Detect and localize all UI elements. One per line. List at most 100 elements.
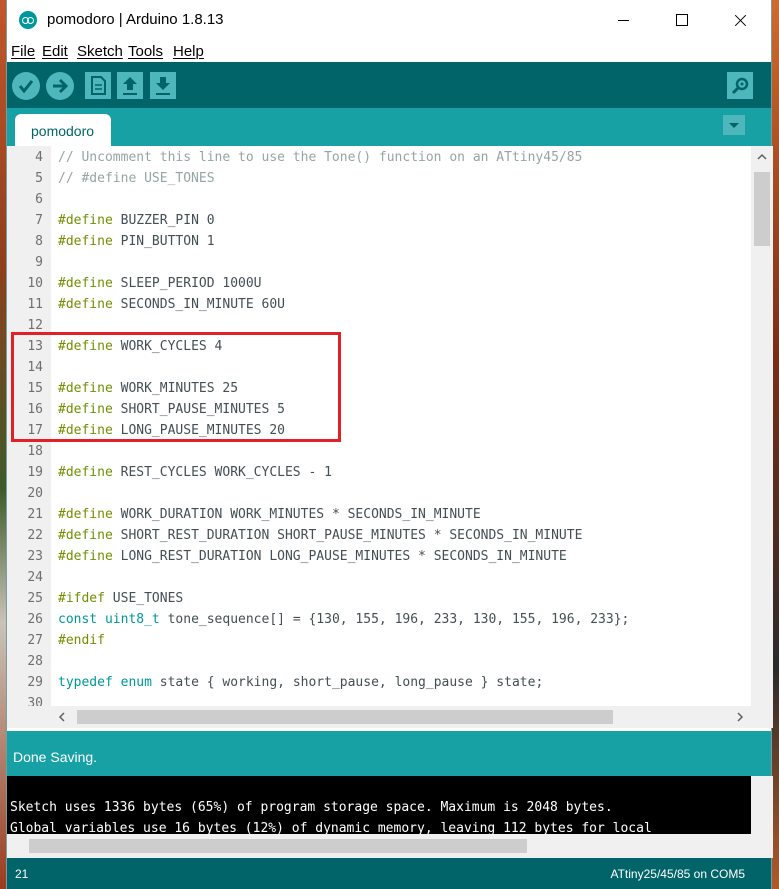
- code-text: #define SECONDS_IN_MINUTE 60U: [58, 297, 285, 312]
- line-number: 18: [27, 444, 43, 459]
- new-button[interactable]: [85, 72, 111, 99]
- code-line[interactable]: 22 #define SHORT_REST_DURATION SHORT_PAUS…: [7, 528, 747, 549]
- line-number: 23: [27, 549, 43, 564]
- code-line[interactable]: 25 #ifdef USE_TONES: [7, 591, 747, 612]
- code-line[interactable]: 11 #define SECONDS_IN_MINUTE 60U: [7, 297, 747, 318]
- line-number: 26: [27, 612, 43, 627]
- verify-button[interactable]: [12, 72, 40, 100]
- document-icon: [91, 76, 106, 95]
- line-number: 4: [35, 150, 43, 165]
- line-number: 19: [27, 465, 43, 480]
- editor-scroll-corner: [751, 706, 773, 728]
- status-bar: Done Saving.: [7, 731, 771, 776]
- code-text: #define WORK_DURATION WORK_MINUTES * SEC…: [58, 507, 481, 522]
- cursor-line-number: 21: [15, 867, 29, 881]
- console-horizontal-scroll-thumb[interactable]: [29, 839, 527, 853]
- editor-vertical-scroll-thumb[interactable]: [754, 172, 770, 246]
- scroll-up-icon[interactable]: [757, 152, 767, 162]
- line-number: 8: [35, 234, 43, 249]
- code-text: #endif: [58, 633, 105, 648]
- code-line[interactable]: 26 const uint8_t tone_sequence[] = {130, …: [7, 612, 747, 633]
- line-number: 9: [35, 255, 43, 270]
- scroll-left-icon[interactable]: [57, 712, 67, 722]
- line-number: 27: [27, 633, 43, 648]
- code-line[interactable]: 9: [7, 255, 747, 276]
- line-number: 25: [27, 591, 43, 606]
- code-text: #define SLEEP_PERIOD 1000U: [58, 276, 262, 291]
- chevron-down-icon: [729, 123, 739, 128]
- status-message: Done Saving.: [13, 749, 98, 765]
- code-line[interactable]: 5 // #define USE_TONES: [7, 171, 747, 192]
- menu-edit[interactable]: Edit: [42, 43, 68, 60]
- upload-button[interactable]: [46, 72, 74, 100]
- code-line[interactable]: 6: [7, 192, 747, 213]
- console-scroll-corner: [751, 834, 773, 858]
- editor-horizontal-scroll-thumb[interactable]: [77, 710, 613, 724]
- code-text: const uint8_t tone_sequence[] = {130, 15…: [58, 612, 630, 627]
- menu-sketch[interactable]: Sketch: [77, 43, 123, 60]
- code-text: // Uncomment this line to use the Tone()…: [58, 150, 583, 165]
- magnifier-icon: [731, 77, 749, 95]
- code-line[interactable]: 4 // Uncomment this line to use the Tone(…: [7, 150, 747, 171]
- title-bar[interactable]: pomodoro | Arduino 1.8.13: [7, 0, 771, 40]
- footer-bar: 21 ATtiny25/45/85 on COM5: [7, 858, 771, 889]
- code-text: #define LONG_REST_DURATION LONG_PAUSE_MI…: [58, 549, 567, 564]
- tab-strip: pomodoro: [7, 108, 771, 146]
- arrow-right-icon: [53, 78, 69, 94]
- editor-vertical-scrollbar[interactable]: [751, 146, 773, 706]
- console-line: Sketch uses 1336 bytes (65%) of program …: [10, 800, 613, 815]
- maximize-button[interactable]: [653, 0, 711, 40]
- code-line[interactable]: 19 #define REST_CYCLES WORK_CYCLES - 1: [7, 465, 747, 486]
- code-text: // #define USE_TONES: [58, 171, 215, 186]
- save-button[interactable]: [150, 72, 176, 99]
- checkmark-icon: [18, 80, 34, 94]
- code-text: #define REST_CYCLES WORK_CYCLES - 1: [58, 465, 332, 480]
- code-line[interactable]: 7 #define BUZZER_PIN 0: [7, 213, 747, 234]
- line-number: 12: [27, 318, 43, 333]
- code-line[interactable]: 29 typedef enum state { working, short_pa…: [7, 675, 747, 696]
- editor-horizontal-scrollbar[interactable]: [51, 706, 751, 728]
- highlight-annotation-box: [11, 332, 341, 442]
- menu-help[interactable]: Help: [173, 43, 204, 60]
- minimize-button[interactable]: [595, 0, 653, 40]
- code-line[interactable]: 10 #define SLEEP_PERIOD 1000U: [7, 276, 747, 297]
- code-text: #define SHORT_REST_DURATION SHORT_PAUSE_…: [58, 528, 583, 543]
- close-button[interactable]: [711, 0, 769, 40]
- code-line[interactable]: 21 #define WORK_DURATION WORK_MINUTES * S…: [7, 507, 747, 528]
- line-number: 24: [27, 570, 43, 585]
- line-number: 28: [27, 654, 43, 669]
- code-line[interactable]: 24: [7, 570, 747, 591]
- line-number: 10: [27, 276, 43, 291]
- code-editor[interactable]: 4 // Uncomment this line to use the Tone(…: [7, 146, 773, 706]
- code-line[interactable]: 30: [7, 696, 747, 706]
- serial-monitor-button[interactable]: [727, 72, 753, 99]
- code-text: typedef enum state { working, short_paus…: [58, 675, 544, 690]
- code-text: #define PIN_BUTTON 1: [58, 234, 215, 249]
- tab-label: pomodoro: [31, 123, 95, 139]
- board-port-label: ATtiny25/45/85 on COM5: [610, 867, 745, 881]
- code-line[interactable]: 20: [7, 486, 747, 507]
- line-number: 20: [27, 486, 43, 501]
- menu-tools[interactable]: Tools: [128, 43, 163, 60]
- arduino-window: pomodoro | Arduino 1.8.13 File Edit Sket…: [6, 0, 773, 889]
- line-number: 22: [27, 528, 43, 543]
- tab-pomodoro[interactable]: pomodoro: [15, 114, 111, 146]
- menu-bar: File Edit Sketch Tools Help: [7, 40, 771, 62]
- open-button[interactable]: [117, 72, 143, 99]
- line-number: 11: [27, 297, 43, 312]
- code-line[interactable]: 27 #endif: [7, 633, 747, 654]
- tab-menu-button[interactable]: [723, 115, 745, 135]
- code-line[interactable]: 23 #define LONG_REST_DURATION LONG_PAUSE_…: [7, 549, 747, 570]
- editor-hscroll-gutter: [7, 706, 51, 728]
- code-line[interactable]: 28: [7, 654, 747, 675]
- line-number: 21: [27, 507, 43, 522]
- line-number: 5: [35, 171, 43, 186]
- menu-file[interactable]: File: [11, 43, 35, 60]
- code-line[interactable]: 8 #define PIN_BUTTON 1: [7, 234, 747, 255]
- console-horizontal-scrollbar[interactable]: [7, 834, 751, 858]
- code-text: #ifdef USE_TONES: [58, 591, 184, 606]
- toolbar: [7, 62, 771, 108]
- code-line[interactable]: 18: [7, 444, 747, 465]
- scroll-right-icon[interactable]: [735, 712, 745, 722]
- code-text: #define BUZZER_PIN 0: [58, 213, 215, 228]
